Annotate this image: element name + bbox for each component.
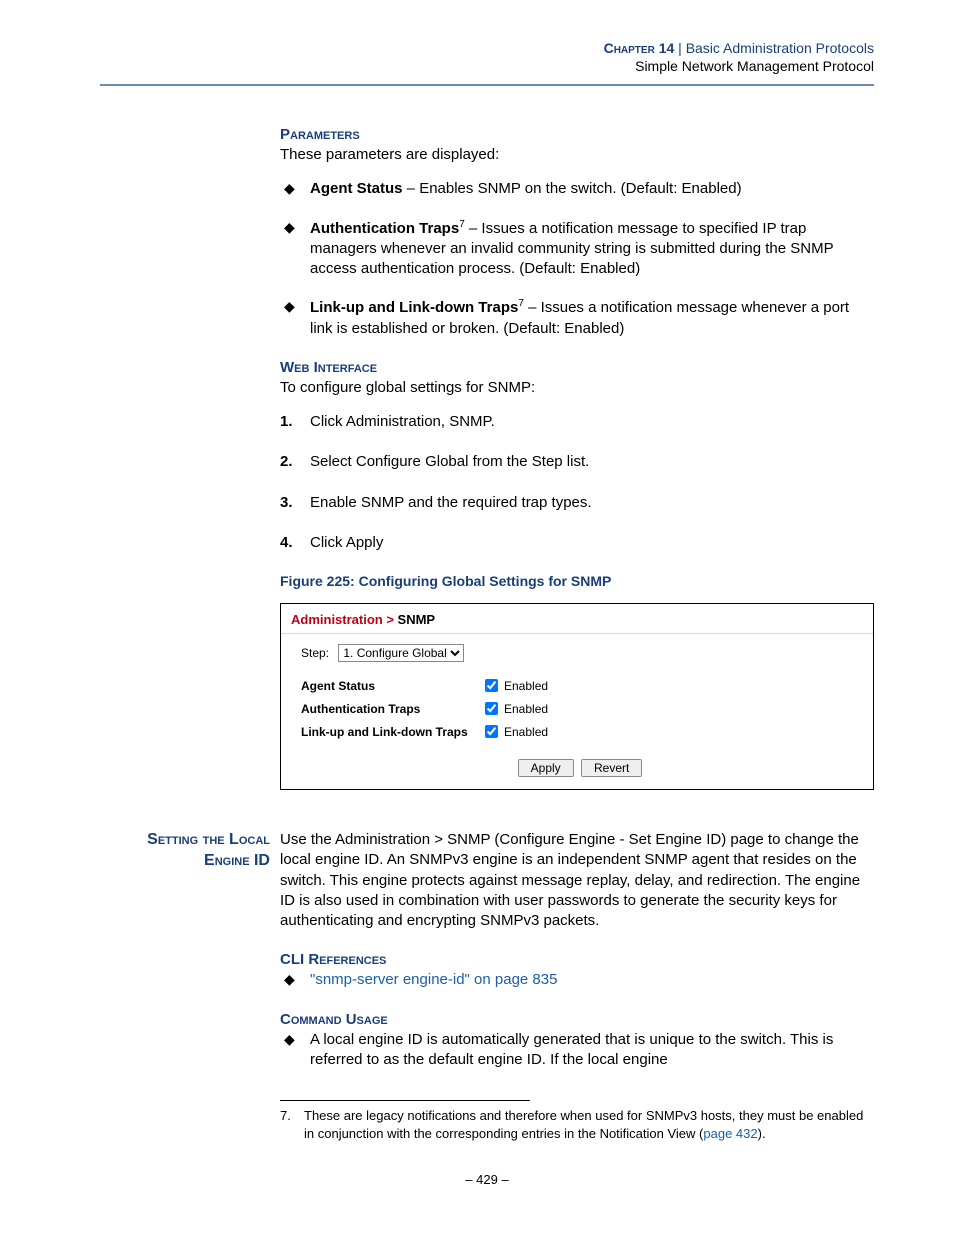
section-body: Use the Administration > SNMP (Configure…: [280, 830, 874, 931]
step-text: Select Configure Global from the Step li…: [310, 453, 589, 470]
steps-list: 1. Click Administration, SNMP. 2. Select C…: [280, 412, 874, 553]
form-row: Authentication Traps Enabled: [301, 699, 859, 718]
breadcrumb-current: SNMP: [398, 612, 436, 627]
list-item: "snmp-server engine-id" on page 835: [280, 970, 874, 990]
step-number: 1.: [280, 412, 293, 432]
footnote-text-2: ).: [758, 1126, 766, 1141]
apply-button[interactable]: Apply: [518, 759, 574, 777]
step-number: 3.: [280, 493, 293, 513]
header-title-1: Basic Administration Protocols: [686, 40, 874, 56]
footnote: 7. These are legacy notifications and th…: [280, 1107, 874, 1142]
enabled-text: Enabled: [504, 702, 548, 716]
list-item: A local engine ID is automatically gener…: [280, 1030, 874, 1071]
param-name: Agent Status: [310, 180, 403, 197]
field-label: Authentication Traps: [301, 702, 481, 716]
parameters-intro: These parameters are displayed:: [280, 145, 874, 165]
revert-button[interactable]: Revert: [581, 759, 642, 777]
param-name: Link-up and Link-down Traps: [310, 299, 518, 316]
param-desc: – Enables SNMP on the switch. (Default: …: [403, 180, 742, 197]
list-item: Agent Status – Enables SNMP on the switc…: [280, 179, 874, 199]
form-row: Agent Status Enabled: [301, 676, 859, 695]
section-parameters-heading: Parameters: [280, 126, 874, 143]
section-cli-references-heading: CLI References: [280, 951, 874, 968]
field-label: Link-up and Link-down Traps: [301, 725, 481, 739]
chapter-label: Chapter 14: [604, 40, 675, 56]
page-header: Chapter 14 | Basic Administration Protoc…: [100, 40, 874, 86]
section-setting-local-engine-id: Setting the Local Engine ID Use the Admi…: [100, 830, 874, 931]
step-select[interactable]: 1. Configure Global: [338, 644, 464, 662]
field-label: Agent Status: [301, 679, 481, 693]
step-label: Step:: [301, 646, 329, 660]
parameters-list: Agent Status – Enables SNMP on the switc…: [280, 179, 874, 339]
list-item: 1. Click Administration, SNMP.: [280, 412, 874, 432]
param-name: Authentication Traps: [310, 220, 459, 237]
cli-ref-link[interactable]: "snmp-server engine-id" on page 835: [310, 971, 557, 988]
list-item: 2. Select Configure Global from the Step …: [280, 452, 874, 472]
step-number: 2.: [280, 452, 293, 472]
footnote-text-1: These are legacy notifications and there…: [304, 1108, 863, 1141]
breadcrumb-root: Administration >: [291, 612, 398, 627]
breadcrumb: Administration > SNMP: [281, 604, 873, 634]
section-side-title: Setting the Local Engine ID: [100, 830, 280, 872]
list-item: 3. Enable SNMP and the required trap type…: [280, 493, 874, 513]
link-traps-checkbox[interactable]: [485, 725, 498, 738]
button-row: Apply Revert: [301, 759, 859, 777]
page-number: – 429 –: [100, 1172, 874, 1187]
footnote-link[interactable]: page 432: [703, 1126, 757, 1141]
enabled-text: Enabled: [504, 725, 548, 739]
web-interface-intro: To configure global settings for SNMP:: [280, 378, 874, 398]
command-usage-text: A local engine ID is automatically gener…: [310, 1031, 833, 1068]
form-row: Link-up and Link-down Traps Enabled: [301, 722, 859, 741]
section-web-interface-heading: Web Interface: [280, 359, 874, 376]
step-text: Enable SNMP and the required trap types.: [310, 494, 592, 511]
section-command-usage-heading: Command Usage: [280, 1011, 874, 1028]
auth-traps-checkbox[interactable]: [485, 702, 498, 715]
agent-status-checkbox[interactable]: [485, 679, 498, 692]
step-number: 4.: [280, 533, 293, 553]
command-usage-list: A local engine ID is automatically gener…: [280, 1030, 874, 1071]
step-text: Click Administration, SNMP.: [310, 413, 495, 430]
footnote-rule: [280, 1100, 530, 1101]
step-text: Click Apply: [310, 534, 383, 551]
figure-screenshot: Administration > SNMP Step: 1. Configure…: [280, 603, 874, 790]
header-title-2: Simple Network Management Protocol: [100, 58, 874, 74]
enabled-text: Enabled: [504, 679, 548, 693]
step-selector-row: Step: 1. Configure Global: [301, 644, 859, 662]
list-item: Authentication Traps7 – Issues a notific…: [280, 218, 874, 280]
list-item: 4. Click Apply: [280, 533, 874, 553]
footnote-number: 7.: [280, 1107, 304, 1142]
footnote-body: These are legacy notifications and there…: [304, 1107, 874, 1142]
list-item: Link-up and Link-down Traps7 – Issues a …: [280, 297, 874, 339]
cli-refs-list: "snmp-server engine-id" on page 835: [280, 970, 874, 990]
figure-caption: Figure 225: Configuring Global Settings …: [280, 573, 874, 589]
header-sep: |: [674, 40, 685, 56]
